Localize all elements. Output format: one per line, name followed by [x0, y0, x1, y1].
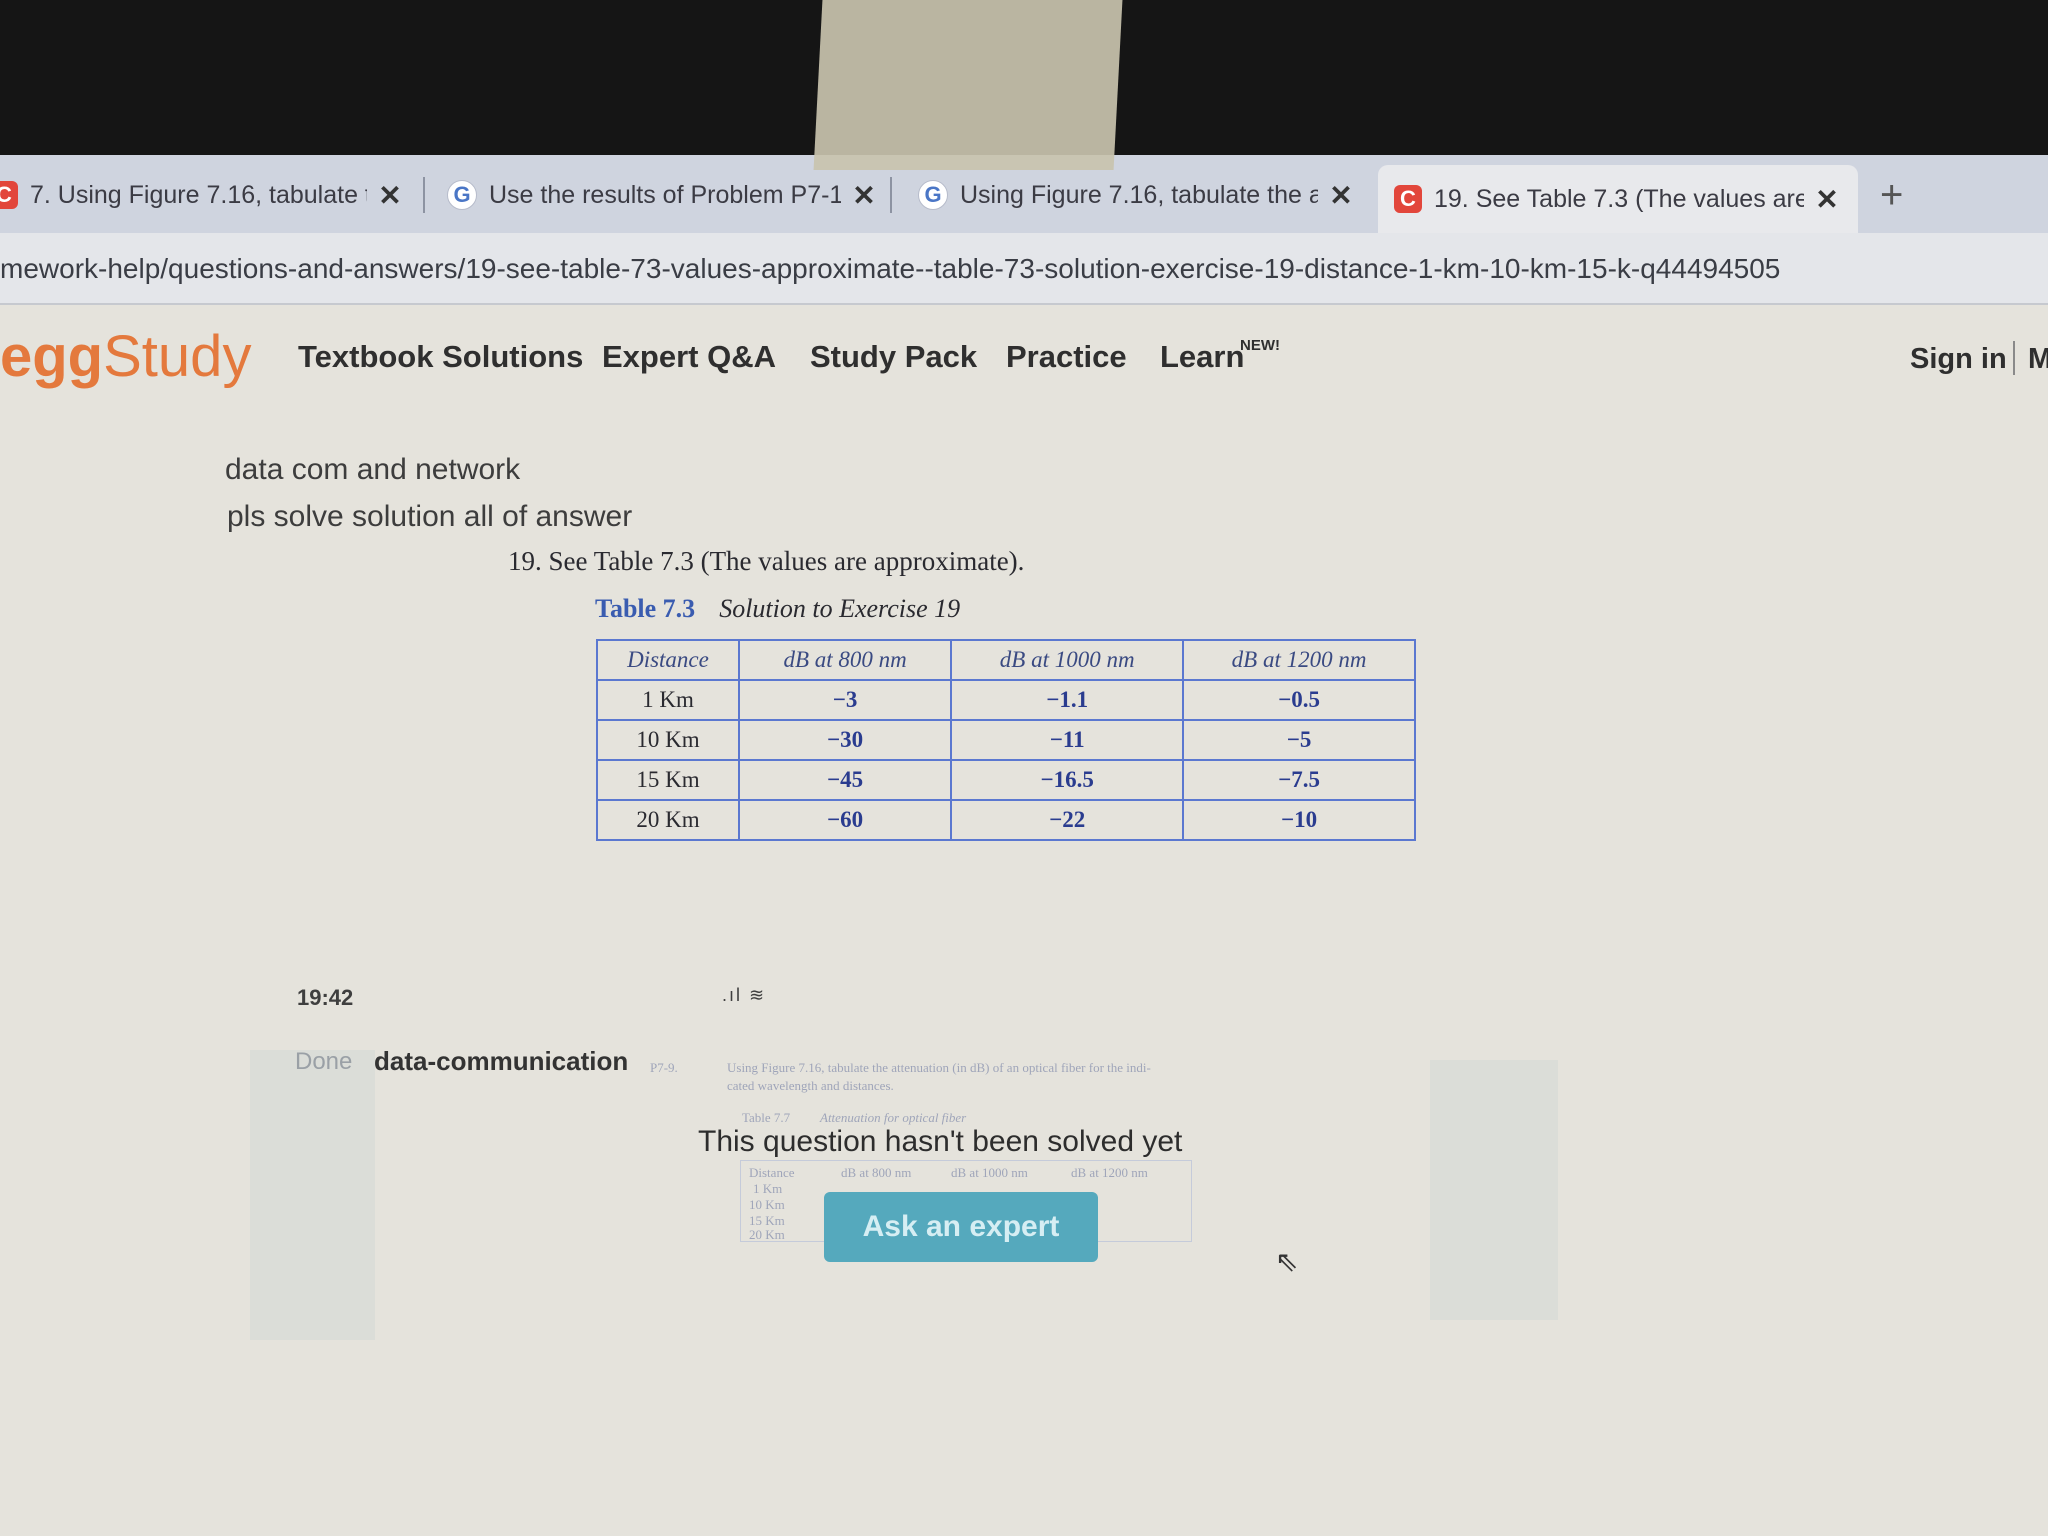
menu-link-cut[interactable]: M: [2028, 343, 2048, 376]
table-cell: −60: [737, 799, 953, 841]
logo-study-text: Study: [103, 324, 252, 389]
faded-problem-text: Using Figure 7.16, tabulate the attenuat…: [727, 1060, 1151, 1075]
table-cell: −1.1: [950, 679, 1185, 721]
table-row: 20 Km −60 −22 −10: [596, 799, 1416, 841]
mouse-cursor-icon: ⇖: [1275, 1246, 1299, 1277]
table-cell: 20 Km: [596, 799, 740, 841]
table-cell: −5: [1182, 719, 1416, 761]
table-cell: 1 Km: [596, 679, 740, 721]
table-row: 10 Km −30 −11 −5: [596, 719, 1416, 761]
faded-table-label: Table 7.7: [742, 1110, 791, 1125]
faded-table-caption: Attenuation for optical fiber: [820, 1110, 967, 1125]
phone-overlay-block: [250, 1050, 375, 1340]
address-bar[interactable]: mework-help/questions-and-answers/19-see…: [0, 233, 2048, 305]
question-line-1: data com and network: [225, 453, 521, 486]
table-cell: −30: [737, 719, 953, 761]
browser-window: C 7. Using Figure 7.16, tabulate the ✕ G…: [0, 155, 2048, 1536]
ask-an-expert-button[interactable]: Ask an expert: [824, 1192, 1098, 1262]
chegg-study-logo[interactable]: eggStudy: [0, 323, 251, 390]
chegg-icon: C: [1394, 185, 1422, 213]
close-icon[interactable]: ✕: [1812, 183, 1842, 216]
table-header-row: Distance dB at 800 nm dB at 1000 nm dB a…: [596, 639, 1416, 681]
column-header: dB at 1200 nm: [1182, 639, 1416, 681]
tab-title: 19. See Table 7.3 (The values are: [1434, 184, 1804, 213]
table-cell: −3: [737, 679, 953, 721]
exercise-statement: 19. See Table 7.3 (The values are approx…: [508, 546, 1025, 576]
table-cell: 15 Km: [596, 759, 740, 801]
page-content: eggStudy Textbook Solutions Expert Q&A S…: [0, 305, 2048, 1536]
faded-problem-text: cated wavelength and distances.: [727, 1078, 894, 1093]
phone-done-button[interactable]: Done: [295, 1048, 352, 1076]
table-cell: −7.5: [1182, 759, 1416, 801]
table-cell: −10: [1182, 799, 1416, 841]
google-icon: G: [447, 180, 477, 210]
tab-4-active[interactable]: C 19. See Table 7.3 (The values are ✕: [1378, 165, 1858, 233]
nav-expert-qa[interactable]: Expert Q&A: [602, 339, 776, 375]
table-row: 15 Km −45 −16.5 −7.5: [596, 759, 1416, 801]
table-cell: −16.5: [950, 759, 1185, 801]
signal-wifi-icon: .ıl ≋: [722, 985, 767, 1005]
phone-doc-title: data-communication: [374, 1046, 629, 1076]
tab-title: Using Figure 7.16, tabulate the at: [960, 180, 1318, 209]
tab-title: 7. Using Figure 7.16, tabulate the: [30, 180, 367, 209]
faded-row-label: 10 Km: [749, 1197, 785, 1212]
solution-table: Distance dB at 800 nm dB at 1000 nm dB a…: [596, 639, 1416, 841]
unsolved-message: This question hasn't been solved yet: [698, 1125, 1183, 1158]
new-badge: NEW!: [1240, 337, 1280, 354]
faded-row-label: 20 Km: [749, 1227, 785, 1242]
tab-3[interactable]: G Using Figure 7.16, tabulate the at ✕: [918, 167, 1356, 223]
faded-problem-label: P7-9.: [650, 1060, 678, 1075]
header-divider: [2013, 341, 2015, 375]
faded-column-header: dB at 1200 nm: [1071, 1165, 1148, 1180]
tab-2[interactable]: G Use the results of Problem P7-1 ✕: [447, 167, 879, 223]
nav-learn[interactable]: Learn: [1160, 339, 1244, 375]
table-label: Table 7.3: [595, 594, 696, 623]
close-icon[interactable]: ✕: [375, 179, 405, 212]
tape-on-screen: [813, 0, 1123, 170]
table-cell: −11: [950, 719, 1185, 761]
faded-column-header: Distance: [749, 1165, 795, 1180]
sign-in-link[interactable]: Sign in: [1910, 343, 2007, 376]
url-text: mework-help/questions-and-answers/19-see…: [0, 253, 1781, 284]
column-header: dB at 1000 nm: [950, 639, 1185, 681]
nav-study-pack[interactable]: Study Pack: [810, 339, 977, 375]
table-caption: Table 7.3 Solution to Exercise 19: [595, 594, 960, 624]
table-subtitle: Solution to Exercise 19: [719, 594, 961, 623]
table-row: 1 Km −3 −1.1 −0.5: [596, 679, 1416, 721]
column-header: dB at 800 nm: [737, 639, 953, 681]
table-cell: −45: [737, 759, 953, 801]
close-icon[interactable]: ✕: [849, 179, 879, 212]
table-cell: −0.5: [1182, 679, 1416, 721]
question-image: 19. See Table 7.3 (The values are approx…: [475, 542, 1475, 972]
close-icon[interactable]: ✕: [1326, 179, 1356, 212]
google-icon: G: [918, 180, 948, 210]
tab-separator: [423, 177, 425, 213]
faded-column-header: dB at 1000 nm: [951, 1165, 1028, 1180]
logo-text: egg: [0, 324, 104, 389]
table-cell: 10 Km: [596, 719, 740, 761]
nav-practice[interactable]: Practice: [1006, 339, 1127, 375]
tab-title: Use the results of Problem P7-1: [489, 180, 841, 209]
faded-column-header: dB at 800 nm: [841, 1165, 912, 1180]
nav-textbook-solutions[interactable]: Textbook Solutions: [298, 339, 583, 375]
tab-separator: [890, 177, 892, 213]
phone-overlay-block: [1430, 1060, 1558, 1320]
faded-row-label: 1 Km: [753, 1181, 783, 1196]
tab-1[interactable]: C 7. Using Figure 7.16, tabulate the ✕: [0, 167, 405, 223]
column-header: Distance: [596, 639, 740, 681]
chegg-icon: C: [0, 181, 18, 209]
table-cell: −22: [950, 799, 1185, 841]
phone-status-time: 19:42: [297, 985, 354, 1010]
question-line-2: pls solve solution all of answer: [227, 500, 633, 533]
new-tab-icon[interactable]: +: [1880, 173, 1903, 218]
